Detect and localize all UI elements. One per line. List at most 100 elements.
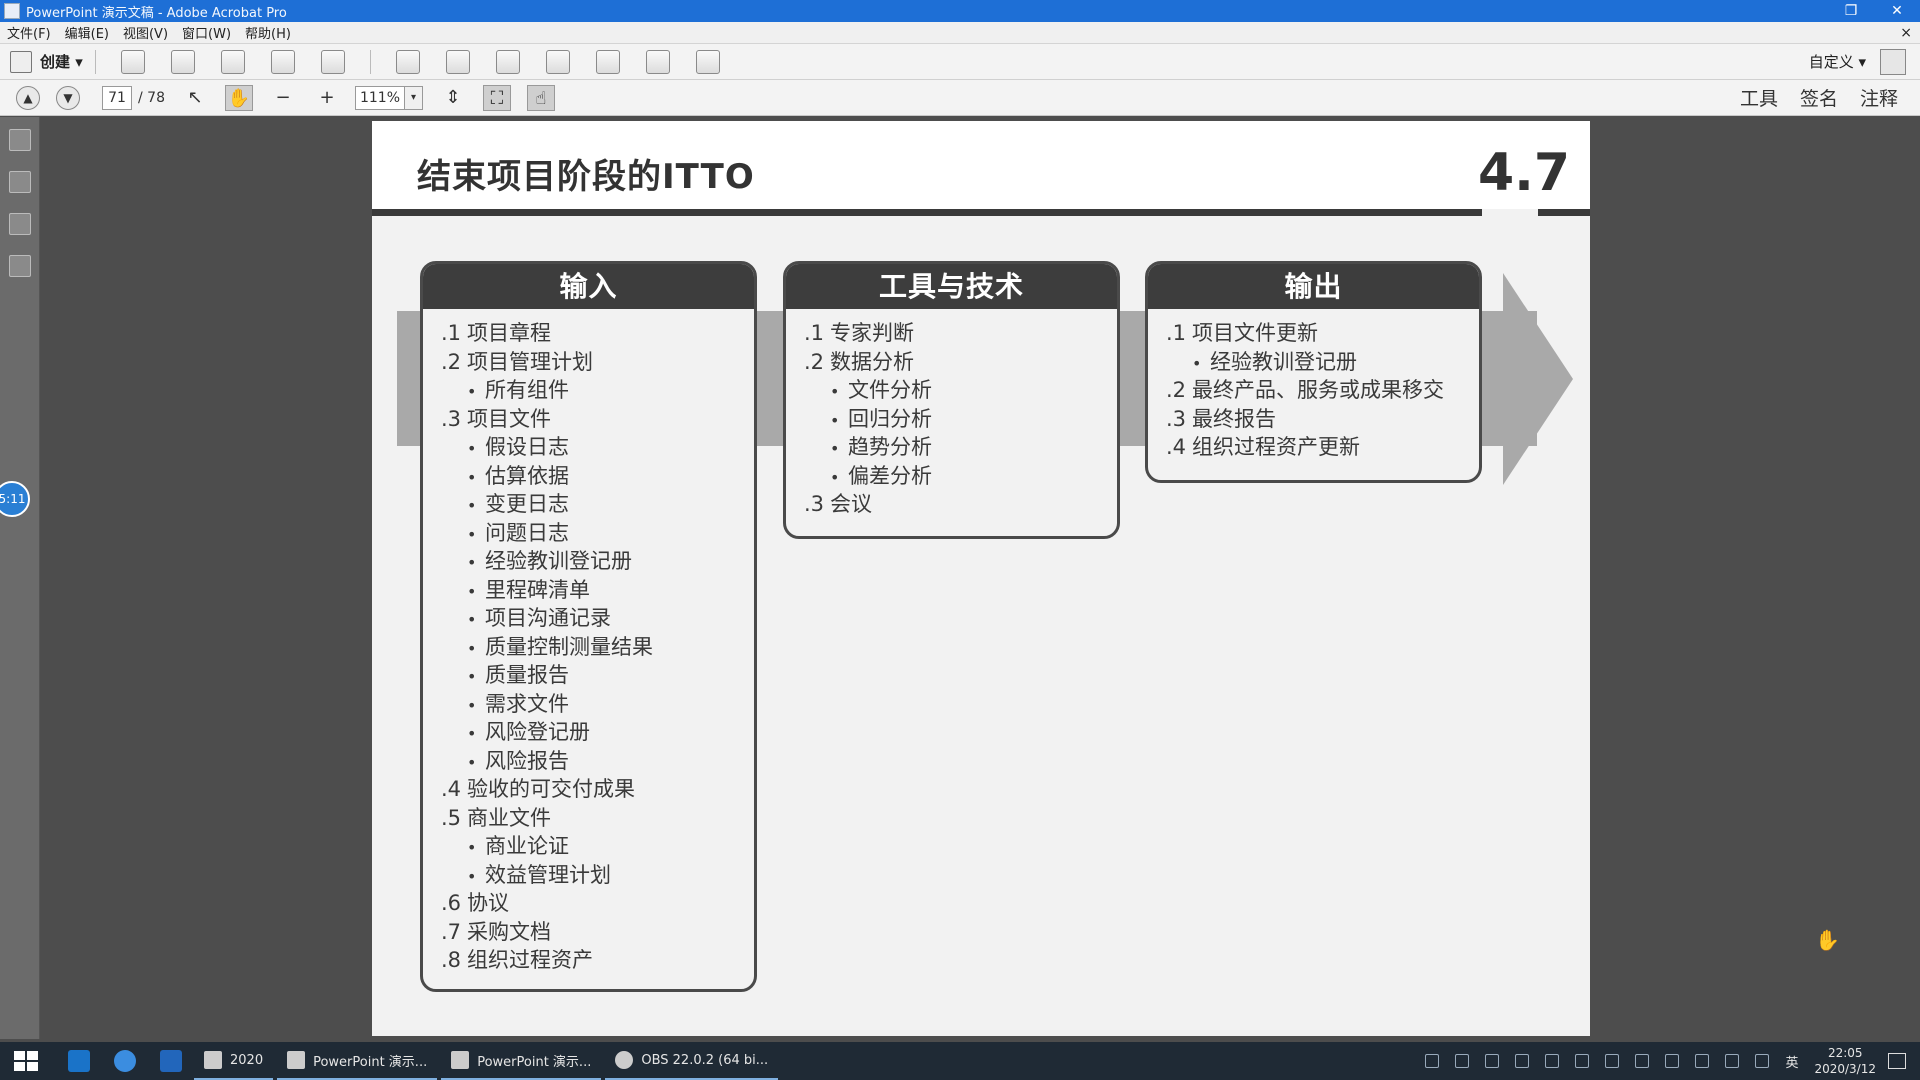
list-item: .4 组织过程资产更新 <box>1166 433 1479 462</box>
item-text: 组织过程资产 <box>467 948 593 972</box>
window-titlebar: PowerPoint 演示文稿 - Adobe Acrobat Pro ❐ ✕ <box>0 0 1920 22</box>
sub-list-item: • 风险报告 <box>441 747 754 776</box>
combine-icon[interactable] <box>595 49 620 74</box>
bullet-icon: • <box>467 439 477 458</box>
edit-icon[interactable] <box>270 49 295 74</box>
touch-mode-button[interactable]: ☝ <box>526 84 555 111</box>
zoom-in-button[interactable]: + <box>313 85 341 111</box>
menu-bar: 文件(F) 编辑(E) 视图(V) 窗口(W) 帮助(H) × <box>0 22 1920 44</box>
sub-list-item: • 经验教训登记册 <box>1166 348 1479 377</box>
taskbar-task[interactable]: OBS 22.0.2 (64 bi... <box>605 1042 779 1080</box>
zoom-out-button[interactable]: − <box>269 85 297 111</box>
tray-app-icon[interactable] <box>1515 1054 1530 1068</box>
sub-list-item: • 估算依据 <box>441 462 754 491</box>
outputs-heading: 输出 <box>1148 264 1479 309</box>
menu-edit[interactable]: 编辑(E) <box>58 23 116 42</box>
select-tool-button[interactable]: ↖ <box>181 85 209 111</box>
shield-icon[interactable] <box>1455 1054 1470 1068</box>
print-icon[interactable] <box>220 49 245 74</box>
store-app-icon[interactable] <box>160 1050 182 1072</box>
notification-center-icon[interactable] <box>1888 1053 1906 1069</box>
tools-panel: 工具与技术 .1 专家判断 .2 数据分析 • 文件分析 • 回归分析 • 趋势分析 • 偏差分析 .3… <box>783 261 1120 539</box>
network-icon[interactable] <box>1425 1054 1440 1068</box>
stamp-icon[interactable] <box>495 49 520 74</box>
open-icon[interactable] <box>120 49 145 74</box>
message-icon[interactable] <box>1695 1054 1710 1068</box>
restore-button[interactable]: ❐ <box>1828 3 1874 19</box>
next-page-button[interactable]: ▼ <box>56 85 80 110</box>
start-button[interactable] <box>14 1051 38 1071</box>
sync-icon[interactable] <box>1575 1054 1590 1068</box>
item-number: .6 <box>441 891 462 915</box>
tools-link[interactable]: 工具 <box>1740 84 1778 111</box>
fit-page-button[interactable]: ⇕ <box>439 85 467 111</box>
item-text: 商业文件 <box>467 805 551 830</box>
input-method-indicator[interactable]: 英 <box>1785 1052 1798 1071</box>
create-button[interactable]: 创建 ▾ <box>10 50 83 73</box>
item-number: .3 <box>1166 406 1187 431</box>
clock-time: 22:05 <box>1827 1046 1863 1060</box>
close-button[interactable]: ✕ <box>1874 3 1920 19</box>
battery-icon[interactable] <box>1725 1054 1740 1068</box>
page-number-input[interactable]: 71 <box>102 85 132 110</box>
list-item: .8 组织过程资产 <box>441 946 754 975</box>
volume-icon[interactable] <box>1755 1054 1770 1068</box>
sub-item-text: 回归分析 <box>848 406 932 431</box>
sub-item-text: 商业论证 <box>485 834 569 858</box>
fullscreen-button[interactable]: ⛶ <box>482 84 511 111</box>
menu-help[interactable]: 帮助(H) <box>238 23 298 42</box>
comment-icon[interactable] <box>445 49 470 74</box>
system-tray: 英 22:05 2020/3/12 <box>1417 1045 1920 1077</box>
document-close-button[interactable]: × <box>1900 25 1920 41</box>
comment-link[interactable]: 注释 <box>1860 84 1898 111</box>
pages-icon[interactable] <box>8 129 31 151</box>
previous-page-button[interactable]: ▲ <box>16 85 40 110</box>
recording-timer-badge[interactable]: 5:11 <box>0 481 30 517</box>
list-item: .3 会议 <box>804 490 1117 519</box>
email-icon[interactable] <box>320 49 345 74</box>
create-icon <box>10 50 32 73</box>
sub-list-item: • 风险登记册 <box>441 718 754 747</box>
left-navigation-panel: 5:11 <box>0 117 40 1039</box>
attachments-icon[interactable] <box>8 213 31 235</box>
outlook-icon[interactable] <box>68 1050 90 1072</box>
outputs-list: .1 项目文件更新 • 经验教训登记册 .2 最终产品、服务或成果移交 .3 最终报告 .4 组织… <box>1148 309 1479 462</box>
sub-item-text: 风险登记册 <box>485 720 590 744</box>
taskbar-task[interactable]: PowerPoint 演示... <box>441 1042 602 1080</box>
sign-link[interactable]: 签名 <box>1800 84 1838 111</box>
hand-tool-button[interactable]: ✋ <box>224 84 253 111</box>
task-pane-links: 工具 签名 注释 <box>1740 84 1920 111</box>
bookmarks-icon[interactable] <box>8 171 31 193</box>
taskbar-task[interactable]: PowerPoint 演示... <box>277 1042 438 1080</box>
item-text: 项目文件 <box>467 406 551 431</box>
list-item: .7 采购文档 <box>441 918 754 947</box>
zoom-input[interactable]: 111% <box>354 85 405 110</box>
signatures-icon[interactable] <box>8 255 31 277</box>
settings-icon[interactable] <box>395 49 420 74</box>
menu-window[interactable]: 窗口(W) <box>175 23 238 42</box>
menu-view[interactable]: 视图(V) <box>116 23 175 42</box>
zoom-dropdown-button[interactable]: ▾ <box>404 85 423 110</box>
edge-browser-icon[interactable] <box>114 1050 136 1072</box>
check-icon[interactable] <box>1545 1054 1560 1068</box>
microphone-icon[interactable] <box>1485 1054 1500 1068</box>
customize-dropdown[interactable]: 自定义 ▾ <box>1809 51 1866 72</box>
sub-list-item: • 假设日志 <box>441 433 754 462</box>
clock-app-icon[interactable] <box>1635 1054 1650 1068</box>
taskbar-folder[interactable]: 2020 <box>194 1042 274 1080</box>
bluetooth-icon[interactable] <box>1605 1054 1620 1068</box>
protect-icon[interactable] <box>645 49 670 74</box>
bullet-icon: • <box>830 410 840 430</box>
system-clock[interactable]: 22:05 2020/3/12 <box>1814 1045 1876 1077</box>
export-icon[interactable] <box>545 49 570 74</box>
bullet-icon: • <box>467 581 477 601</box>
list-item: .6 协议 <box>441 889 754 918</box>
sub-item-text: 文件分析 <box>848 378 932 402</box>
share-icon[interactable] <box>695 49 720 74</box>
menu-file[interactable]: 文件(F) <box>0 23 58 42</box>
bullet-icon: • <box>1192 353 1202 373</box>
save-icon[interactable] <box>170 49 195 74</box>
wifi-icon[interactable] <box>1665 1054 1680 1068</box>
expand-icon[interactable] <box>1880 48 1906 75</box>
pdf-file-icon <box>451 1051 470 1069</box>
